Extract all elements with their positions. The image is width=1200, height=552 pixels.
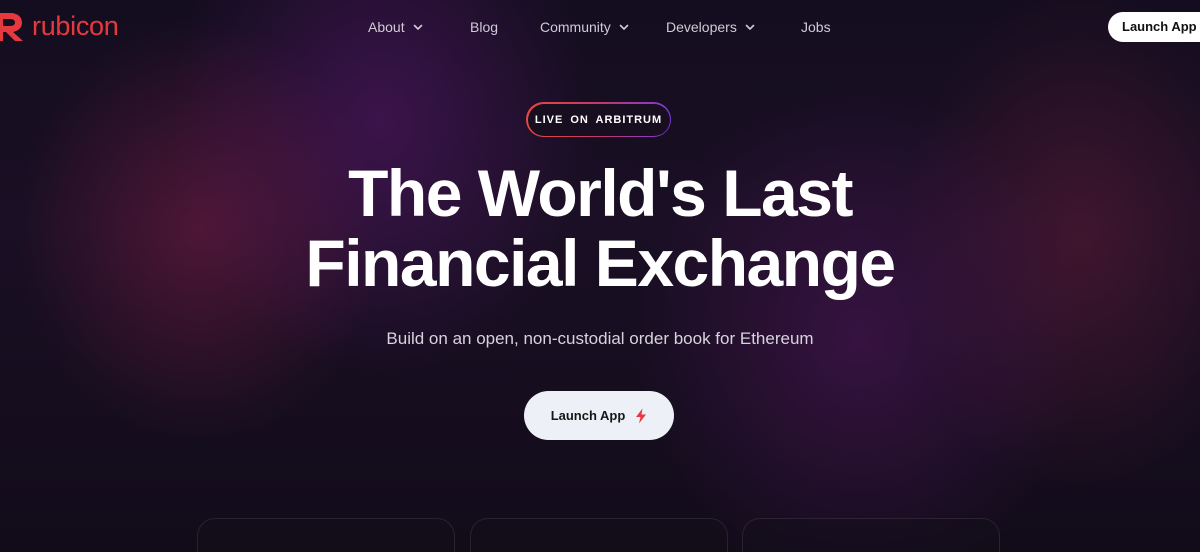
feature-card [742, 518, 1000, 552]
badge-label: LIVE ON ARBITRUM [527, 103, 670, 136]
chevron-down-icon [619, 24, 629, 30]
chevron-down-icon [413, 24, 422, 30]
nav-item-label: Community [540, 19, 611, 35]
lightning-bolt-icon [636, 408, 647, 423]
hero-launch-app-label: Launch App [550, 408, 626, 423]
feature-card [197, 518, 455, 552]
hero-headline: The World's Last Financial Exchange [0, 158, 1200, 298]
landing-page: rubicon About Blog Community Developers … [0, 0, 1200, 552]
feature-card [470, 518, 728, 552]
nav-item-label: About [368, 19, 405, 35]
nav-item-label: Blog [470, 19, 499, 35]
nav-item-label: Developers [666, 19, 737, 35]
main-nav: About Blog Community Developers Jobs [0, 17, 1200, 39]
hero-subheading: Build on an open, non-custodial order bo… [386, 329, 814, 348]
hero-headline-line-1: The World's Last [348, 156, 853, 230]
hero-launch-app-button[interactable]: Launch App [524, 391, 674, 440]
nav-item-blog[interactable]: Blog [470, 17, 498, 37]
live-on-arbitrum-badge: LIVE ON ARBITRUM [526, 102, 671, 137]
nav-item-about[interactable]: About [368, 17, 423, 37]
nav-item-jobs[interactable]: Jobs [801, 17, 831, 37]
header-launch-app-button[interactable]: Launch App [1108, 12, 1200, 42]
site-header: rubicon About Blog Community Developers … [0, 0, 1200, 56]
hero-headline-line-2: Financial Exchange [305, 226, 896, 300]
nav-item-developers[interactable]: Developers [666, 17, 755, 37]
nav-item-community[interactable]: Community [540, 17, 629, 37]
nav-item-label: Jobs [801, 19, 831, 35]
chevron-down-icon [745, 24, 755, 30]
